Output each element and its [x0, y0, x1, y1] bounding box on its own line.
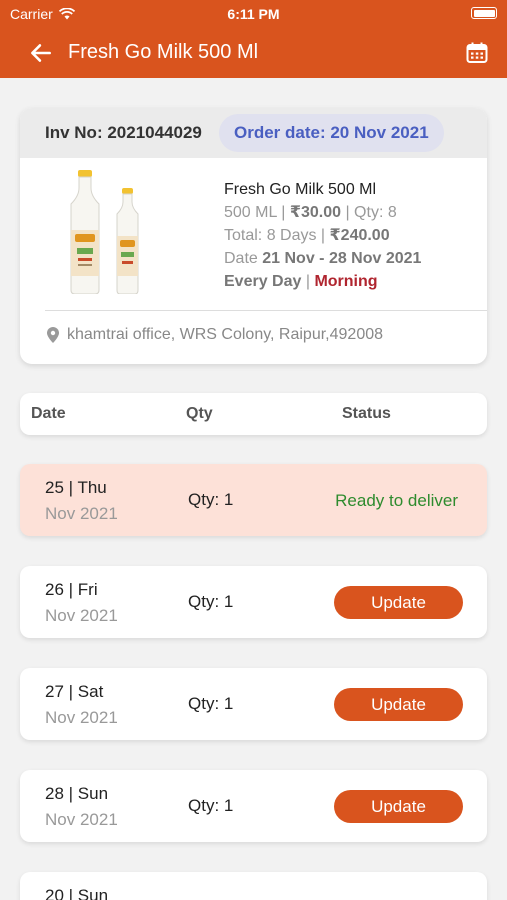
clock: 6:11 PM: [227, 6, 280, 22]
address-text: khamtrai office, WRS Colony, Raipur,4920…: [67, 326, 384, 343]
page-title: Fresh Go Milk 500 Ml: [68, 41, 259, 63]
row-date: 26 | Fri: [45, 580, 98, 599]
row-qty: Qty: 1: [188, 796, 234, 815]
total-label: Total: 8 Days: [224, 227, 317, 244]
arrow-left-icon[interactable]: [28, 40, 54, 66]
schedule-row: 26 | Fri Nov 2021 Qty: 1 Update: [20, 566, 487, 638]
column-qty: Qty: [186, 405, 213, 422]
schedule-row: 28 | Sun Nov 2021 Qty: 1 Update: [20, 770, 487, 842]
date-range: 21 Nov - 28 Nov 2021: [262, 250, 422, 267]
row-qty: Qty: 1: [188, 694, 234, 713]
address-line: khamtrai office, WRS Colony, Raipur,4920…: [47, 326, 383, 344]
location-pin-icon: [47, 327, 59, 343]
nav-bar: Fresh Go Milk 500 Ml: [0, 28, 507, 78]
order-date-badge: Order date: 20 Nov 2021: [219, 114, 444, 152]
date-label: Date: [224, 250, 258, 267]
row-date: 25 | Thu: [45, 478, 107, 497]
row-date: 28 | Sun: [45, 784, 109, 803]
row-month: Nov 2021: [45, 810, 118, 829]
row-qty: Qty: 1: [188, 490, 234, 509]
status-bar: Carrier 6:11 PM: [0, 0, 507, 28]
date-line: Date 21 Nov - 28 Nov 2021: [224, 247, 421, 270]
battery-icon: [471, 7, 497, 19]
divider: [45, 310, 487, 311]
column-status: Status: [342, 405, 391, 422]
update-button[interactable]: Update: [334, 586, 463, 619]
calendar-icon[interactable]: [465, 41, 489, 65]
product-size: 500 ML: [224, 204, 277, 221]
column-date: Date: [31, 405, 66, 422]
delivery-slot: Morning: [314, 273, 378, 290]
product-price-line: 500 ML | ₹30.00 | Qty: 8: [224, 204, 397, 221]
invoice-number: Inv No: 2021044029: [45, 123, 202, 142]
product-qty: Qty: 8: [354, 204, 397, 221]
schedule-table-header: Date Qty Status: [20, 393, 487, 435]
product-info: Fresh Go Milk 500 Ml 500 ML | ₹30.00 | Q…: [224, 178, 421, 293]
row-month: Nov 2021: [45, 708, 118, 727]
row-date: 27 | Sat: [45, 682, 104, 701]
schedule-line: Every Day | Morning: [224, 273, 378, 290]
total-line: Total: 8 Days | ₹240.00: [224, 227, 390, 244]
row-qty: Qty: 1: [188, 592, 234, 611]
row-month: Nov 2021: [45, 504, 118, 523]
frequency: Every Day: [224, 273, 302, 290]
product-price: ₹30.00: [289, 204, 341, 221]
update-button[interactable]: Update: [334, 688, 463, 721]
schedule-row: 20 | Sun: [20, 872, 487, 900]
schedule-row: 25 | Thu Nov 2021 Qty: 1 Ready to delive…: [20, 464, 487, 536]
product-name: Fresh Go Milk 500 Ml: [224, 181, 377, 198]
invoice-header: Inv No: 2021044029 Order date: 20 Nov 20…: [20, 108, 487, 158]
total-amount: ₹240.00: [329, 227, 390, 244]
milk-bottles-image: [70, 170, 139, 294]
schedule-row: 27 | Sat Nov 2021 Qty: 1 Update: [20, 668, 487, 740]
row-date: 20 | Sun: [45, 886, 109, 900]
update-button[interactable]: Update: [334, 790, 463, 823]
row-month: Nov 2021: [45, 606, 118, 625]
invoice-card: Inv No: 2021044029 Order date: 20 Nov 20…: [20, 108, 487, 364]
ready-status: Ready to deliver: [335, 491, 458, 510]
